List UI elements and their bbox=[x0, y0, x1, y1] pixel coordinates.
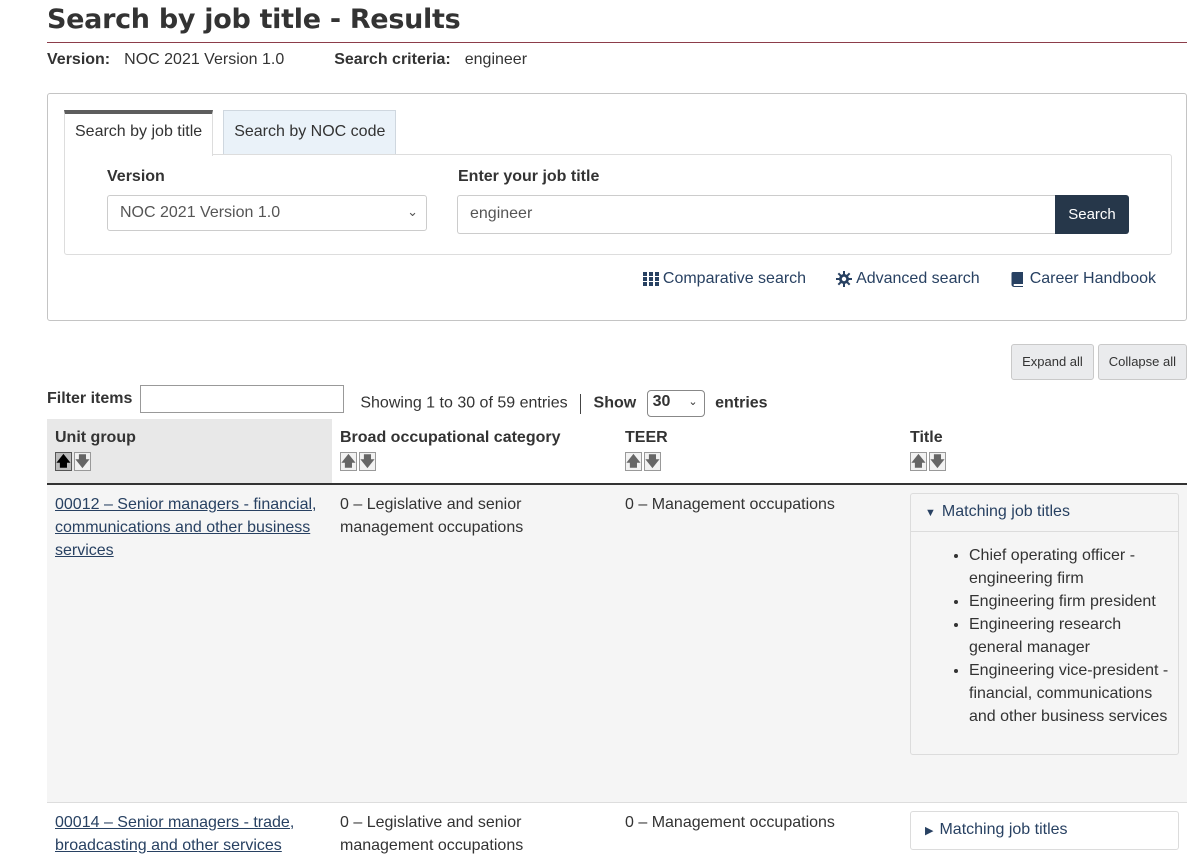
table-info: Showing 1 to 30 of 59 entries Show 30 ⌄ … bbox=[360, 390, 768, 417]
job-title-label: Enter your job title bbox=[458, 168, 600, 185]
column-header-unit-group[interactable]: Unit group 🡅 🡇 bbox=[47, 419, 332, 485]
matching-titles-details: ▼ Matching job titles Chief operating off… bbox=[910, 493, 1179, 755]
criteria-meta-value: engineer bbox=[464, 51, 528, 68]
matching-titles-label: Matching job titles bbox=[939, 820, 1068, 838]
table-row: 00014 – Senior managers - trade, broadca… bbox=[47, 802, 1187, 866]
title-cell: ▼ Matching job titles Chief operating off… bbox=[902, 484, 1187, 803]
tab-search-by-noc-code[interactable]: Search by NOC code bbox=[223, 110, 397, 155]
tab-search-by-job-title[interactable]: Search by job title bbox=[64, 110, 214, 156]
chevron-down-icon: ⌄ bbox=[688, 396, 698, 408]
expand-collapse-group: Expand all Collapse all bbox=[1011, 344, 1187, 380]
criteria-meta-label: Search criteria: bbox=[334, 51, 451, 68]
matching-titles-toggle[interactable]: ▶ Matching job titles bbox=[911, 812, 1178, 849]
job-title-input[interactable]: engineer bbox=[457, 195, 1057, 234]
expand-all-button[interactable]: Expand all bbox=[1011, 344, 1094, 380]
sort-descending-icon[interactable]: 🡇 bbox=[929, 452, 946, 471]
title-divider bbox=[47, 42, 1187, 43]
list-item: Chief operating officer - engineering fi… bbox=[969, 544, 1178, 590]
matching-titles-label: Matching job titles bbox=[941, 503, 1070, 520]
list-item: Engineering firm president bbox=[969, 590, 1178, 613]
teer-cell: 0 – Management occupations bbox=[617, 484, 902, 803]
version-label: Version bbox=[107, 168, 165, 185]
title-cell: ▶ Matching job titles bbox=[902, 802, 1187, 866]
column-header-title[interactable]: Title 🡅 🡇 bbox=[902, 419, 1187, 485]
matching-titles-details: ▶ Matching job titles bbox=[910, 810, 1179, 850]
sort-controls: 🡅 🡇 bbox=[910, 452, 1179, 471]
collapse-all-button[interactable]: Collapse all bbox=[1097, 344, 1187, 380]
version-meta-value: NOC 2021 Version 1.0 bbox=[124, 51, 285, 68]
comparative-search-link[interactable]: Comparative search bbox=[642, 270, 807, 288]
info-separator bbox=[580, 393, 582, 414]
list-item: Engineering vice-president - financial, … bbox=[969, 659, 1178, 728]
unit-group-link[interactable]: 00012 – Senior managers - financial, com… bbox=[55, 496, 317, 559]
unit-group-cell: 00014 – Senior managers - trade, broadca… bbox=[47, 802, 332, 866]
version-select[interactable]: NOC 2021 Version 1.0 ⌄ bbox=[107, 195, 427, 231]
filter-row: Filter items Showing 1 to 30 of 59 entri… bbox=[47, 380, 768, 417]
column-header-label: Broad occupational category bbox=[340, 429, 561, 446]
entries-label: entries bbox=[715, 394, 768, 412]
gear-icon bbox=[836, 271, 853, 287]
search-meta: Version: NOC 2021 Version 1.0 Search cri… bbox=[47, 51, 577, 69]
column-header-label: TEER bbox=[625, 429, 668, 446]
sort-controls: 🡅 🡇 bbox=[625, 452, 894, 471]
search-panel: Search by job title Search by NOC code V… bbox=[47, 93, 1187, 321]
filter-input[interactable] bbox=[140, 384, 345, 413]
table-row: 00012 – Senior managers - financial, com… bbox=[47, 484, 1187, 803]
matching-titles-list: Chief operating officer - engineering fi… bbox=[911, 532, 1178, 754]
filter-label: Filter items bbox=[47, 389, 133, 407]
column-header-teer[interactable]: TEER 🡅 🡇 bbox=[617, 419, 902, 485]
column-header-broad-category[interactable]: Broad occupational category 🡅 🡇 bbox=[332, 419, 617, 485]
sort-ascending-icon[interactable]: 🡅 bbox=[55, 452, 72, 471]
search-links: Comparative search Advanced search Caree… bbox=[642, 270, 1156, 288]
sort-ascending-icon[interactable]: 🡅 bbox=[625, 452, 642, 471]
category-cell: 0 – Legislative and senior management oc… bbox=[332, 802, 617, 866]
version-meta-label: Version: bbox=[47, 51, 111, 68]
results-table: Unit group 🡅 🡇 Broad occupational catego… bbox=[47, 419, 1187, 866]
sort-controls: 🡅 🡇 bbox=[340, 452, 609, 471]
unit-group-cell: 00012 – Senior managers - financial, com… bbox=[47, 484, 332, 803]
advanced-search-link[interactable]: Advanced search bbox=[836, 270, 980, 288]
column-header-label: Title bbox=[910, 429, 943, 446]
unit-group-link[interactable]: 00014 – Senior managers - trade, broadca… bbox=[55, 814, 294, 854]
sort-ascending-icon[interactable]: 🡅 bbox=[340, 452, 357, 471]
career-handbook-link[interactable]: Career Handbook bbox=[1010, 270, 1156, 288]
column-header-label: Unit group bbox=[55, 429, 136, 446]
advanced-search-label: Advanced search bbox=[856, 270, 980, 287]
search-button[interactable]: Search bbox=[1055, 195, 1129, 234]
sort-descending-icon[interactable]: 🡇 bbox=[74, 452, 91, 471]
comparative-search-label: Comparative search bbox=[662, 270, 807, 287]
tab-panel: Version NOC 2021 Version 1.0 ⌄ Enter you… bbox=[64, 154, 1172, 255]
showing-entries-text: Showing 1 to 30 of 59 entries bbox=[360, 394, 568, 412]
category-cell: 0 – Legislative and senior management oc… bbox=[332, 484, 617, 803]
table-header-row: Unit group 🡅 🡇 Broad occupational catego… bbox=[47, 419, 1187, 485]
caret-right-icon: ▶ bbox=[925, 824, 934, 837]
show-label: Show bbox=[593, 394, 637, 412]
sort-ascending-icon[interactable]: 🡅 bbox=[910, 452, 927, 471]
sort-descending-icon[interactable]: 🡇 bbox=[644, 452, 661, 471]
sort-controls: 🡅 🡇 bbox=[55, 452, 324, 471]
book-icon bbox=[1011, 272, 1023, 287]
sort-descending-icon[interactable]: 🡇 bbox=[359, 452, 376, 471]
search-tabs: Search by job title Search by NOC code bbox=[64, 110, 406, 156]
entries-select-value: 30 bbox=[652, 393, 671, 410]
grid-icon bbox=[642, 272, 659, 286]
career-handbook-label: Career Handbook bbox=[1029, 270, 1156, 287]
caret-down-icon: ▼ bbox=[925, 507, 936, 519]
list-item: Engineering research general manager bbox=[969, 613, 1178, 659]
page-title: Search by job title - Results bbox=[47, 4, 461, 35]
matching-titles-toggle[interactable]: ▼ Matching job titles bbox=[911, 494, 1178, 532]
teer-cell: 0 – Management occupations bbox=[617, 802, 902, 866]
version-select-value: NOC 2021 Version 1.0 bbox=[120, 204, 281, 221]
chevron-down-icon: ⌄ bbox=[407, 204, 418, 219]
entries-select[interactable]: 30 ⌄ bbox=[646, 390, 705, 417]
